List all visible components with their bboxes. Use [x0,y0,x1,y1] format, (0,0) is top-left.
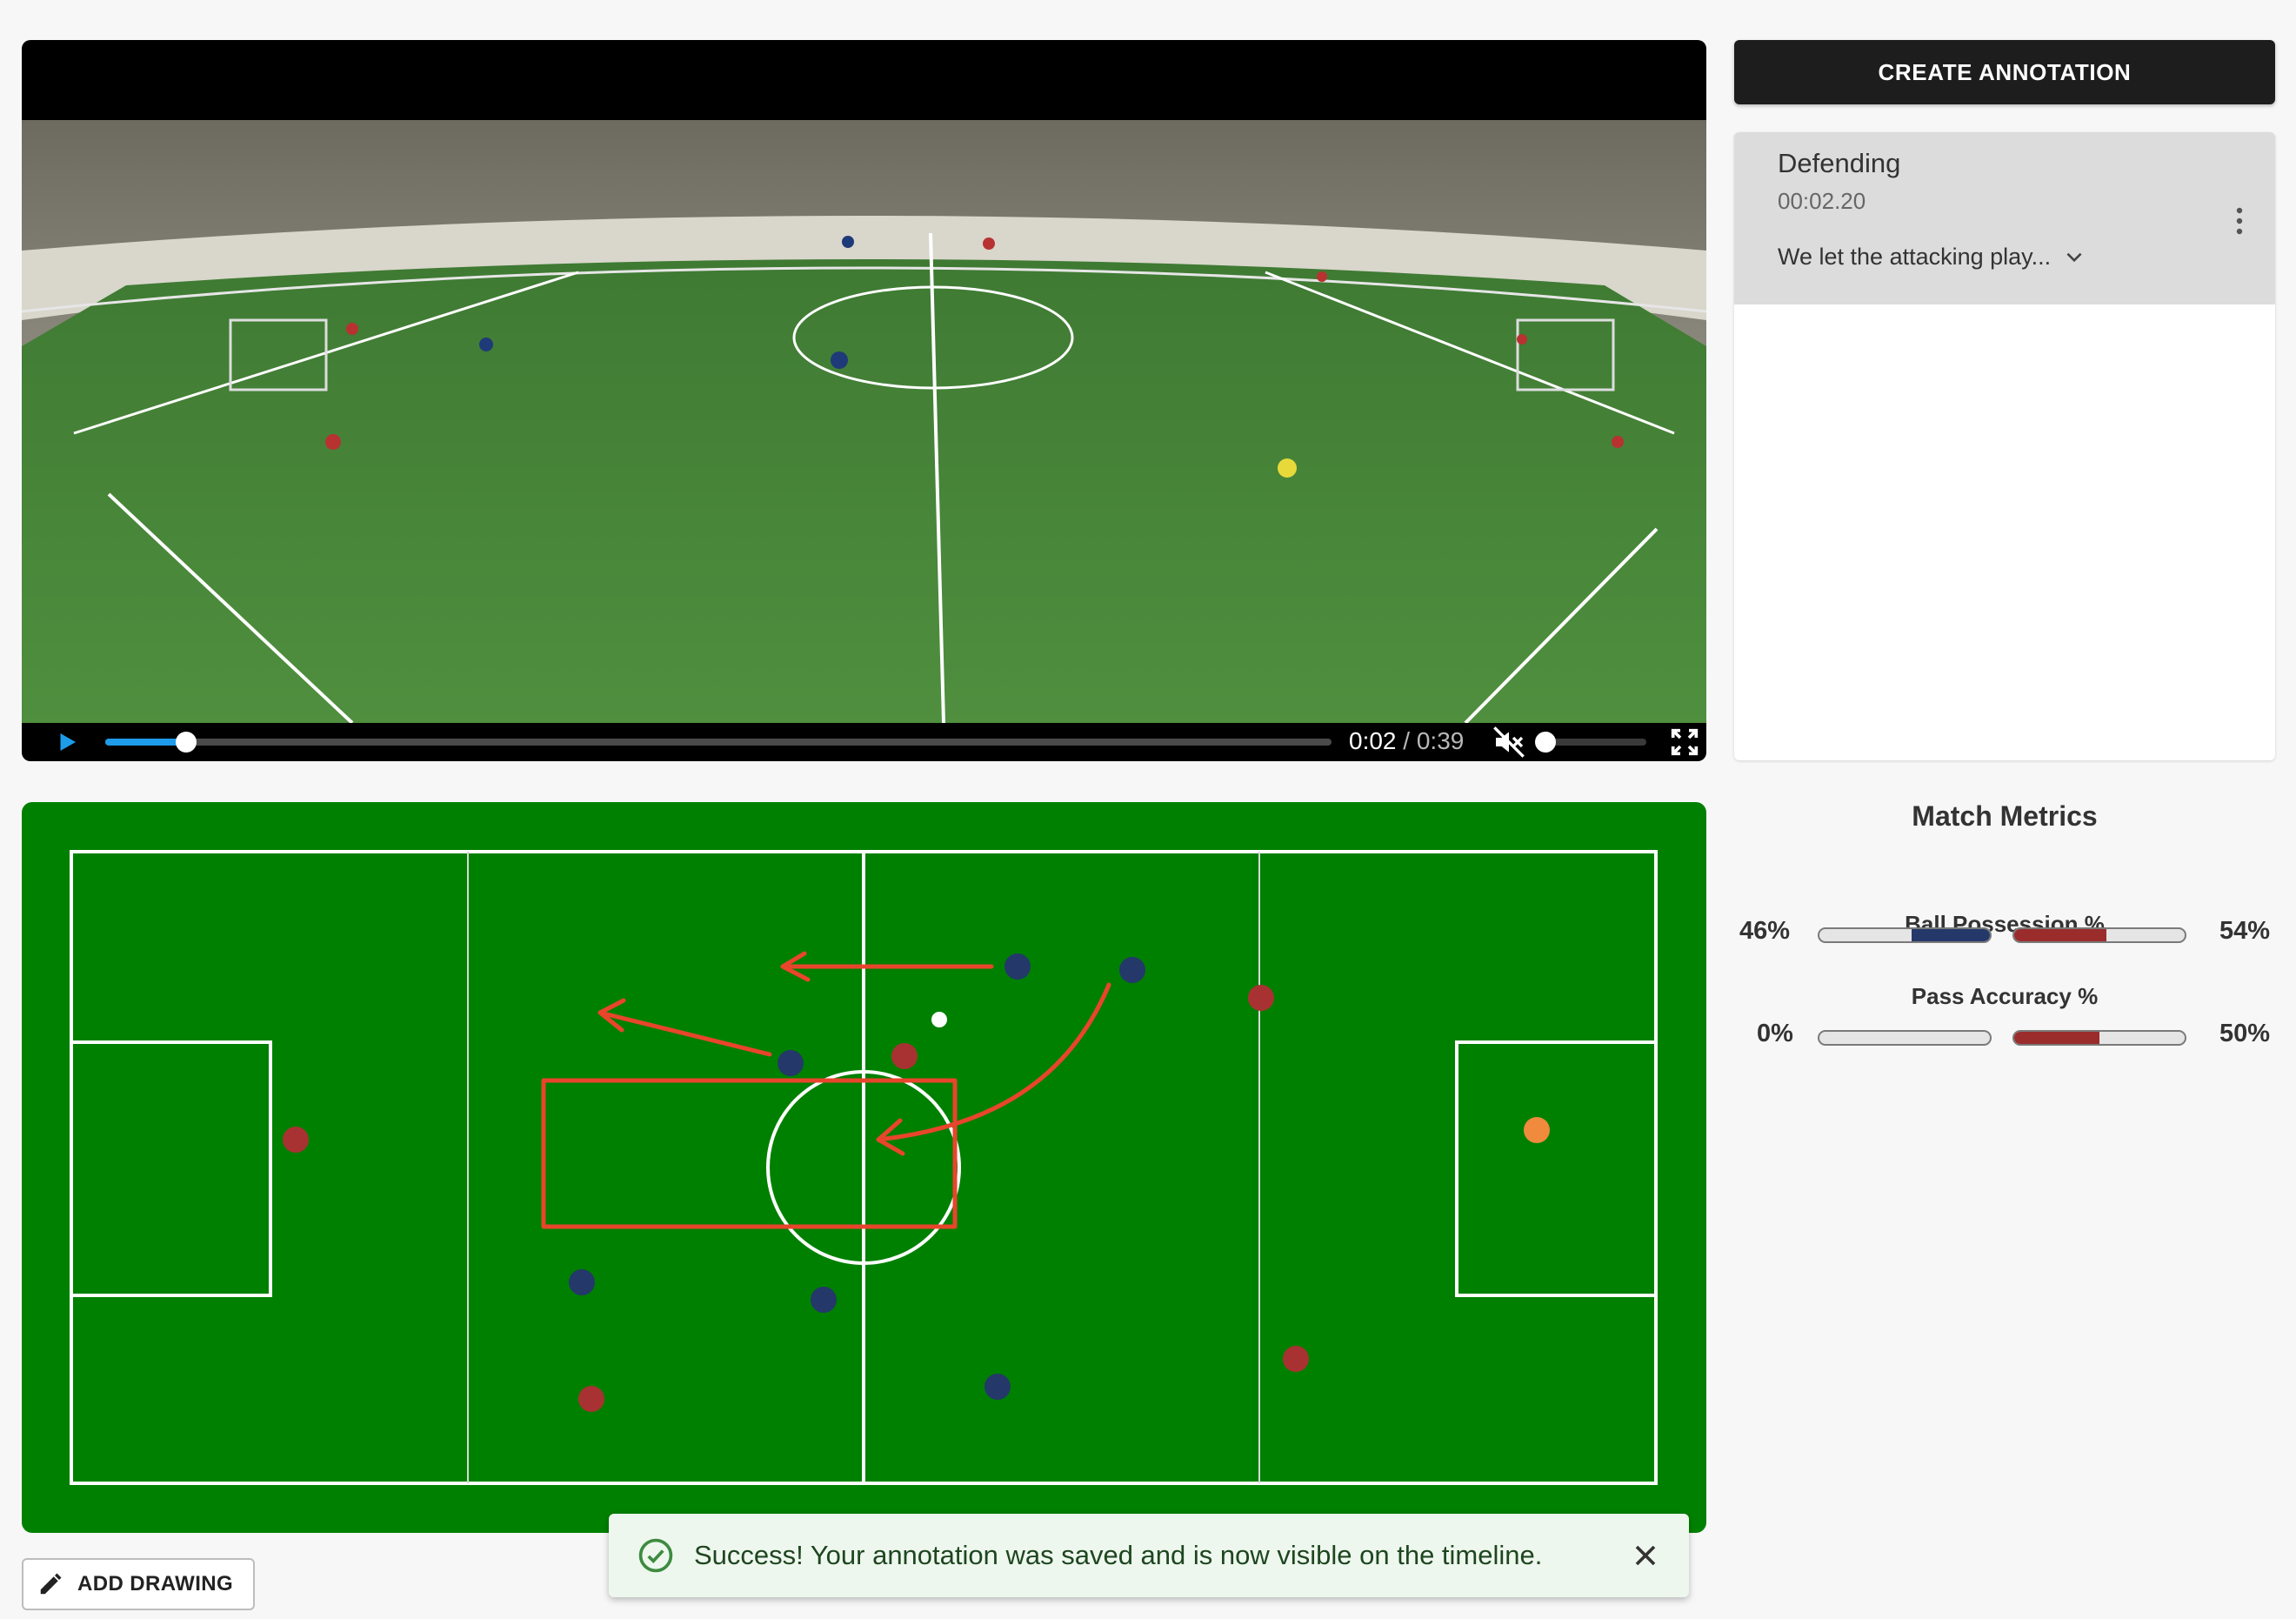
metric-left-value: 46% [1739,917,1791,945]
metric-label: Pass Accuracy % [1911,983,2099,1009]
play-button[interactable] [51,726,83,758]
pitch-markings [70,850,1658,1485]
current-time: 0:02 [1349,727,1397,754]
player-blue [984,1374,1011,1400]
annotation-list: Defending 00:02.20 We let the attacking … [1734,132,2275,760]
player-controls: 0:02 / 0:39 [22,723,1706,761]
annotation-drawing [541,951,1111,1229]
toast-message: Success! Your annotation was saved and i… [694,1540,1543,1570]
volume-thumb[interactable] [1535,732,1556,753]
metric-row-possession: 46% 54% [1734,917,2275,952]
create-annotation-button[interactable]: CREATE ANNOTATION [1734,40,2275,104]
duration: 0:39 [1416,727,1465,754]
play-icon [60,733,76,751]
player-blue [811,1287,837,1313]
metrics-title: Match Metrics [1912,800,2098,832]
check-circle-icon [638,1538,673,1573]
close-icon[interactable] [1628,1538,1663,1573]
volume-muted-icon[interactable] [1492,725,1526,759]
metric-right-fill [2014,929,2106,941]
annotation-title: Defending [1778,148,1901,178]
video-frame [22,120,1706,723]
metric-row-pass-accuracy: 0% 50% [1734,1020,2275,1054]
drawn-arrow-2 [597,1010,772,1057]
metric-right-value: 54% [2219,917,2270,945]
right-penalty-box [1455,1040,1658,1297]
seek-thumb[interactable] [176,732,197,753]
time-separator: / [1396,727,1417,754]
player-blue [1119,957,1145,983]
player-blue [569,1269,595,1295]
tactical-board[interactable] [22,802,1706,1533]
goalkeeper [1524,1117,1550,1143]
metric-right-value: 50% [2219,1020,2270,1047]
player-red [1283,1346,1309,1372]
annotation-timestamp: 00:02.20 [1778,188,1866,214]
player-red [1248,985,1274,1011]
metric-left-fill [1911,929,1990,941]
red-team [283,985,1550,1412]
player-blue [1004,953,1031,980]
annotation-description-text: We let the attacking play... [1778,244,2052,270]
chevron-down-icon [2066,252,2082,262]
volume-slider[interactable] [1535,732,1646,753]
add-drawing-label: ADD DRAWING [77,1572,234,1596]
annotation-description[interactable]: We let the attacking play... [1778,244,2086,271]
player-red [578,1386,604,1412]
seek-progress [105,739,187,746]
metric-right-fill [2014,1032,2099,1044]
time-display: 0:02 / 0:39 [1349,727,1464,755]
success-toast: Success! Your annotation was saved and i… [609,1514,1689,1597]
more-vert-icon[interactable] [2226,204,2253,238]
left-penalty-box [70,1040,272,1297]
video-player[interactable]: 0:02 / 0:39 [22,40,1706,761]
metric-left-bar [1818,927,1992,943]
player-red [283,1127,309,1153]
metric-left-value: 0% [1757,1020,1793,1047]
seek-bar[interactable] [105,732,1332,753]
metric-right-bar [2012,1030,2186,1046]
pitch-drawing [70,850,1658,1485]
player-blue [778,1050,804,1076]
blue-team [569,953,1145,1400]
pencil-icon [40,1573,62,1595]
metric-left-bar [1818,1030,1992,1046]
fullscreen-icon[interactable] [1667,725,1702,759]
match-metrics: Match Metrics Ball Possession % 46% 54% … [1734,800,2275,1047]
annotation-card[interactable]: Defending 00:02.20 We let the attacking … [1734,132,2275,304]
metric-right-bar [2012,927,2186,943]
player-red [891,1043,918,1069]
ball [931,1012,947,1027]
drawn-rectangle [541,1078,958,1229]
add-drawing-button[interactable]: ADD DRAWING [22,1558,255,1610]
